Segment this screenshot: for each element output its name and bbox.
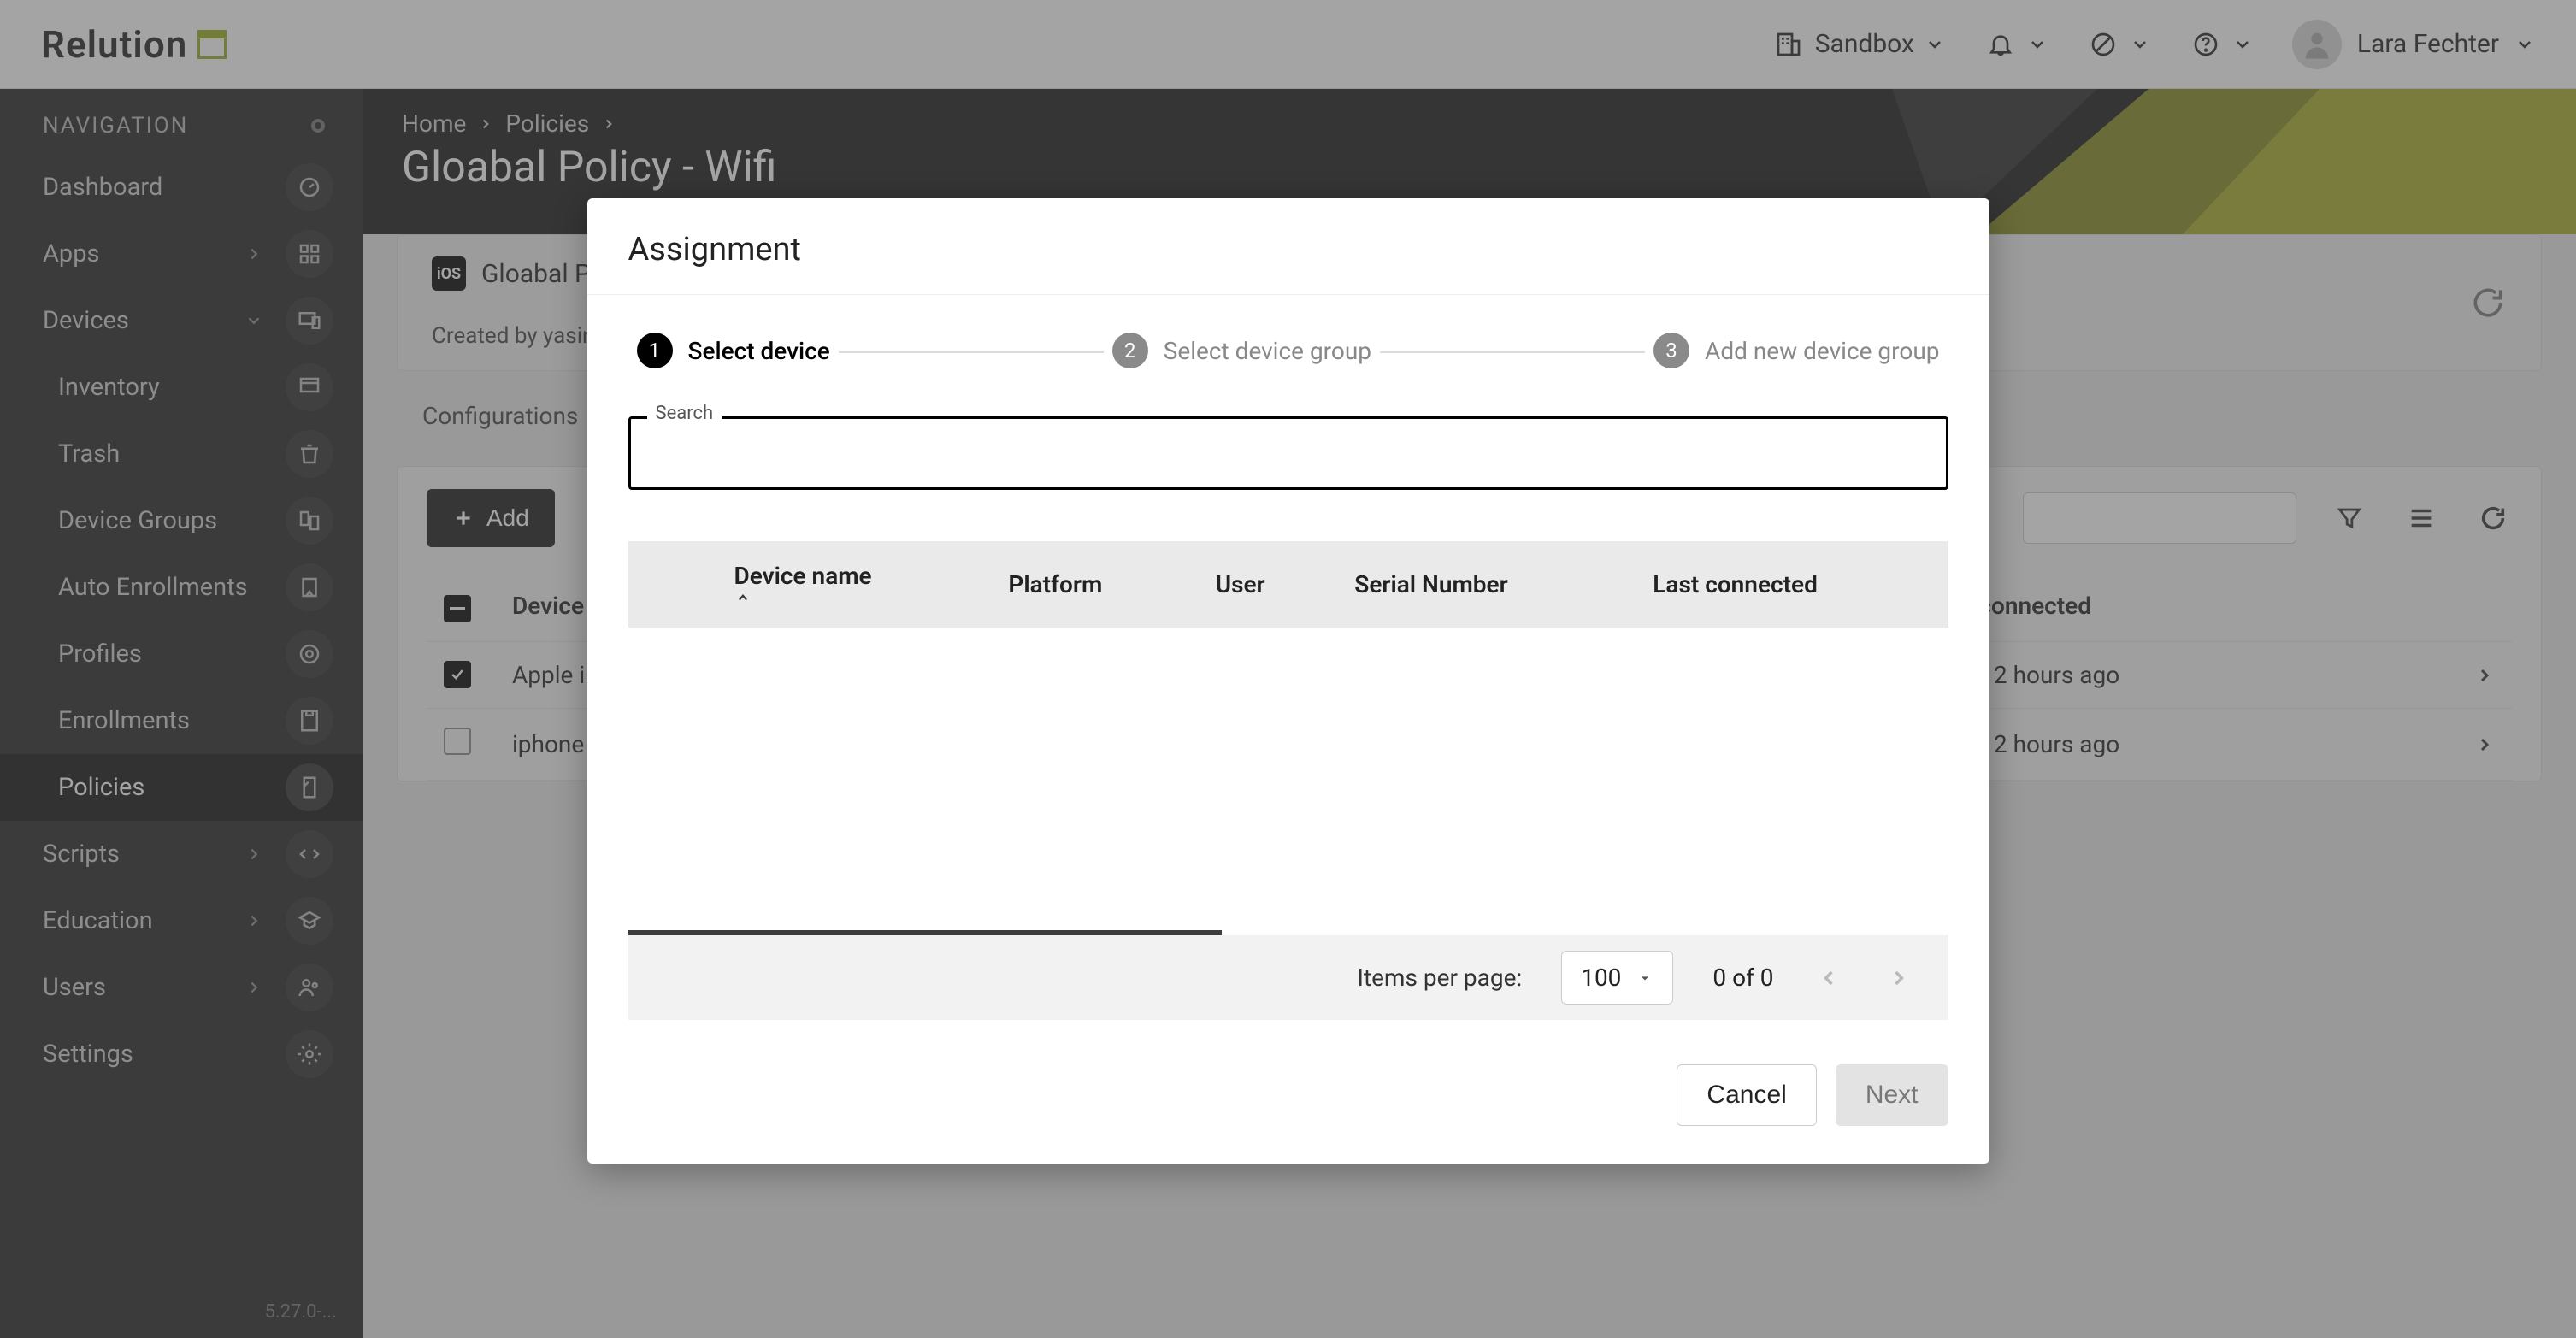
sort-up-icon [734, 590, 752, 607]
col-serial[interactable]: Serial Number [1334, 541, 1632, 628]
modal-actions: Cancel Next [587, 1044, 1989, 1164]
modal-table: Device name Platform User Serial Number … [628, 541, 1948, 935]
page-range: 0 of 0 [1712, 964, 1773, 992]
search-field: Search [628, 416, 1948, 490]
modal-paginator: Items per page: 100 0 of 0 [628, 935, 1948, 1020]
modal-stepper: 1 Select device 2 Select device group 3 … [628, 333, 1948, 368]
search-label: Search [647, 403, 722, 424]
col-platform[interactable]: Platform [987, 541, 1194, 628]
cancel-button[interactable]: Cancel [1677, 1064, 1816, 1126]
step-add-new-device-group[interactable]: 3 Add new device group [1645, 333, 1948, 368]
modal-title: Assignment [587, 198, 1989, 295]
col-device-name[interactable]: Device name [714, 541, 988, 628]
caret-down-icon [1636, 970, 1653, 987]
items-per-page-label: Items per page: [1357, 964, 1522, 992]
assignment-modal: Assignment 1 Select device 2 Select devi… [587, 198, 1989, 1164]
prev-page-button[interactable] [1813, 963, 1844, 993]
next-button[interactable]: Next [1836, 1064, 1948, 1126]
col-last-connected[interactable]: Last connected [1632, 541, 1948, 628]
step-select-device[interactable]: 1 Select device [628, 333, 839, 368]
next-page-button[interactable] [1883, 963, 1914, 993]
col-user[interactable]: User [1195, 541, 1335, 628]
step-select-device-group[interactable]: 2 Select device group [1104, 333, 1380, 368]
search-input[interactable] [628, 416, 1948, 490]
items-per-page-select[interactable]: 100 [1561, 951, 1673, 1005]
